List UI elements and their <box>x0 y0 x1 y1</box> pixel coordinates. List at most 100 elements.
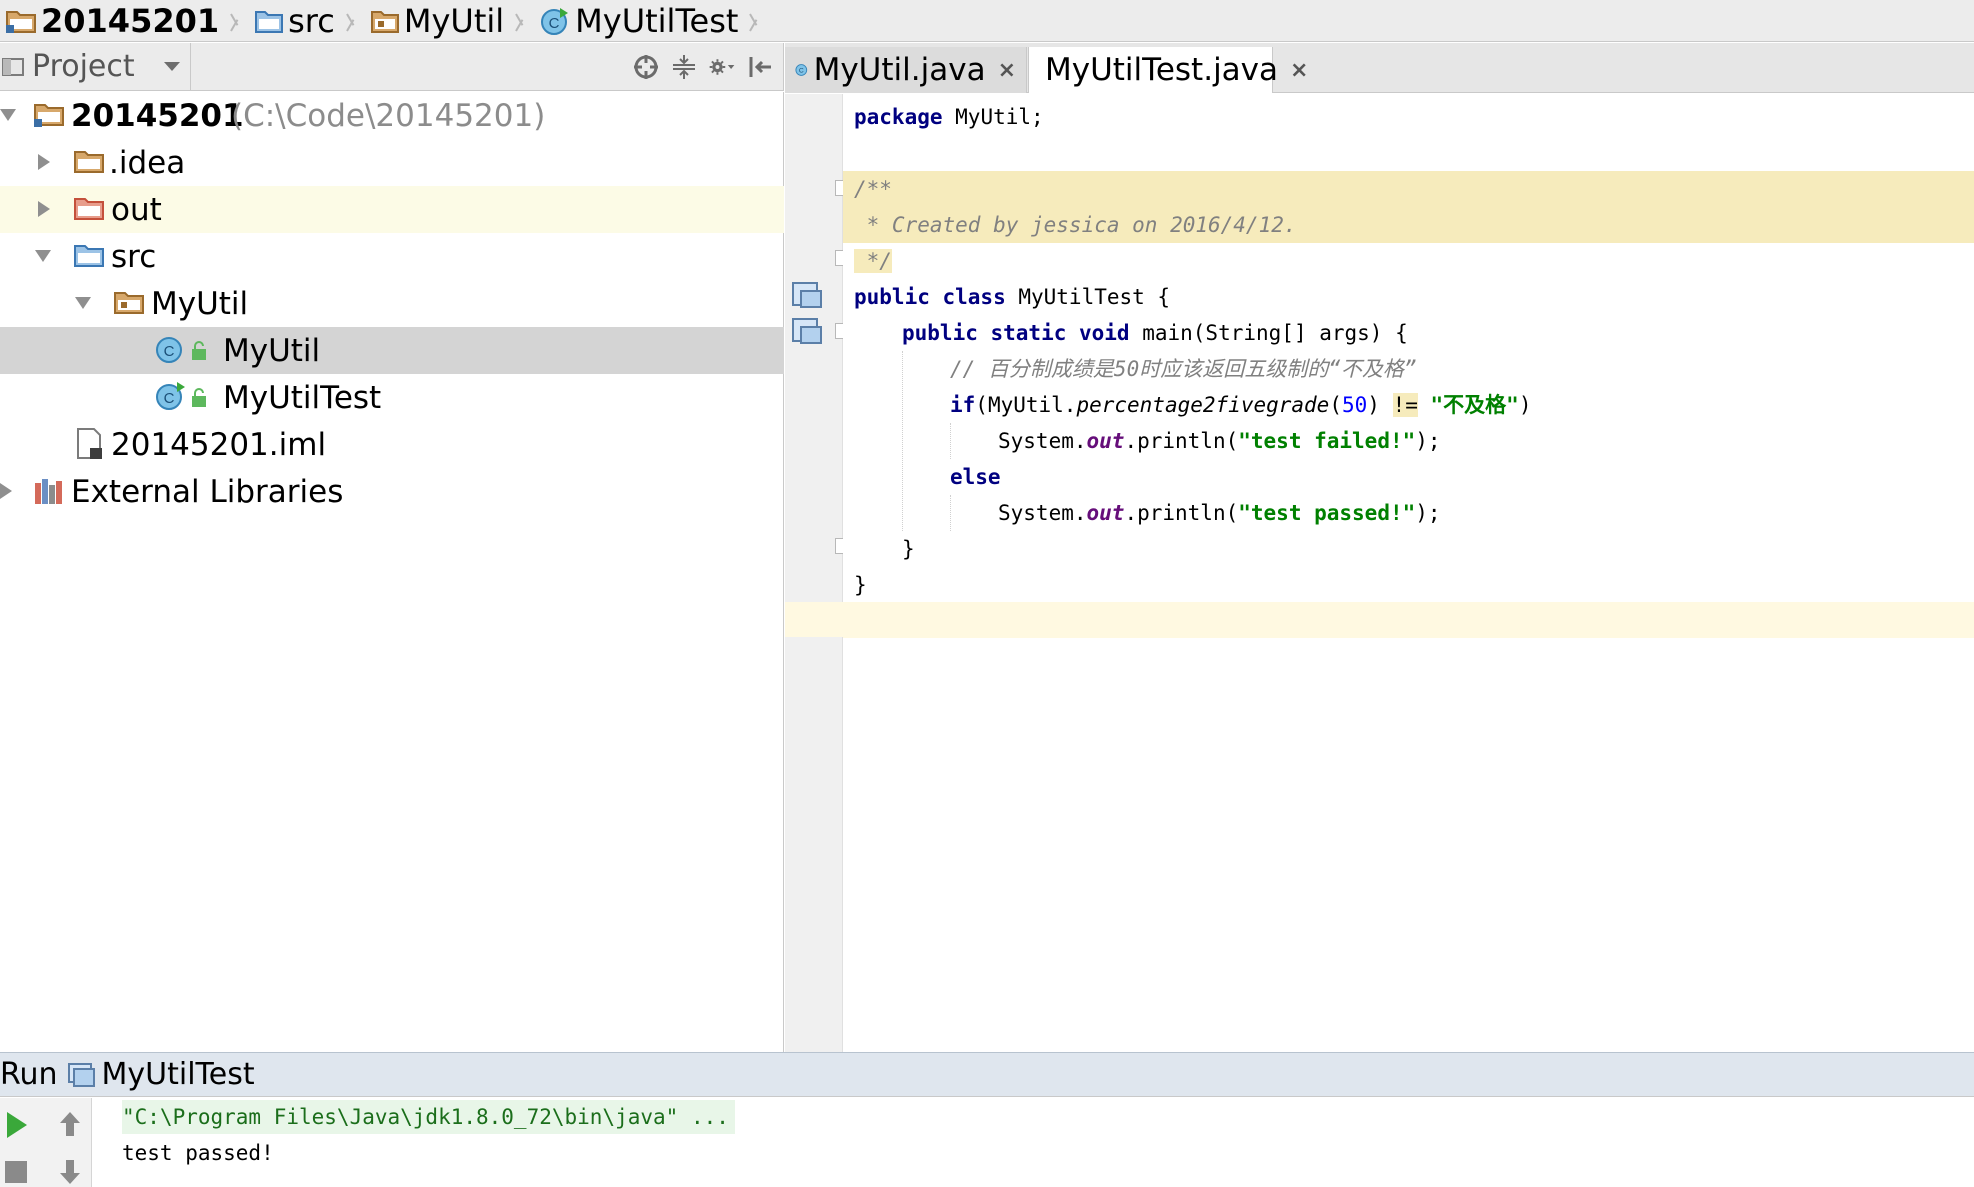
code-token: != <box>1392 393 1418 417</box>
breadcrumb-separator-icon <box>345 0 359 42</box>
hide-panel-icon[interactable] <box>747 53 773 81</box>
tree-item-label: MyUtil <box>223 332 321 369</box>
tree-item-label: .idea <box>109 144 186 181</box>
code-token: percentage2fivegrade <box>1076 393 1330 417</box>
package-folder-icon <box>114 292 144 314</box>
run-class-gutter-icon[interactable] <box>792 282 822 308</box>
editor-gutter[interactable] <box>785 94 843 1052</box>
run-config-icon <box>67 1062 95 1087</box>
breadcrumb-src[interactable]: src <box>255 0 339 42</box>
run-console-output[interactable]: "C:\Program Files\Java\jdk1.8.0_72\bin\j… <box>92 1098 1974 1187</box>
breadcrumb-separator-icon <box>748 0 762 42</box>
project-panel-title: Project <box>32 49 135 84</box>
code-token: 50 <box>1341 393 1368 417</box>
code-line: System.out.println("test passed!"); <box>843 495 1974 531</box>
tree-item-src[interactable]: src <box>0 233 784 280</box>
code-token: // 百分制成绩是50时应该返回五级制的“不及格” <box>950 357 1417 381</box>
breadcrumb-package[interactable]: MyUtil <box>370 0 508 42</box>
tree-item-project-root[interactable]: 20145201 (C:\Code\20145201) <box>0 92 784 139</box>
stop-icon[interactable] <box>4 1160 28 1184</box>
project-panel-header: Project <box>0 42 784 91</box>
caret-line <box>843 602 1974 638</box>
svg-text:C: C <box>164 343 175 360</box>
run-config-tab[interactable]: MyUtilTest <box>67 1057 255 1092</box>
folder-icon <box>74 151 104 173</box>
tree-item-label: MyUtilTest <box>223 379 382 416</box>
tab-myutil-java[interactable]: C MyUtil.java × <box>785 47 1027 93</box>
locate-icon[interactable] <box>633 53 659 81</box>
scroll-down-icon[interactable] <box>58 1158 82 1186</box>
tree-item-package-myutil[interactable]: MyUtil <box>0 280 784 327</box>
tree-item-idea[interactable]: .idea <box>0 139 784 186</box>
expand-arrow-icon[interactable] <box>38 154 50 170</box>
tree-item-label: src <box>111 238 157 275</box>
close-icon[interactable]: × <box>998 58 1016 83</box>
close-icon[interactable]: × <box>1290 58 1308 83</box>
rerun-icon[interactable] <box>4 1110 30 1140</box>
code-token: /** <box>854 177 892 201</box>
code-token: public static void <box>902 321 1130 345</box>
tree-item-class-myutiltest[interactable]: C MyUtilTest <box>0 374 784 421</box>
code-token: out <box>1086 501 1125 525</box>
scroll-up-icon[interactable] <box>58 1110 82 1138</box>
code-token: "不及格" <box>1430 393 1519 417</box>
tree-item-label: External Libraries <box>71 473 344 510</box>
tree-item-out[interactable]: out <box>0 186 784 233</box>
collapse-all-icon[interactable] <box>671 53 697 81</box>
tree-item-class-myutil[interactable]: C MyUtil <box>0 327 784 374</box>
tree-item-iml[interactable]: 20145201.iml <box>0 421 784 468</box>
code-line: System.out.println("test failed!"); <box>843 423 1974 459</box>
code-token: ( <box>1329 393 1342 417</box>
svg-text:C: C <box>799 68 804 75</box>
project-folder-icon <box>6 10 36 33</box>
access-lock-icon <box>192 341 206 360</box>
code-line: */ <box>843 243 1974 279</box>
access-lock-icon <box>192 388 206 407</box>
project-view-selector[interactable]: Project <box>0 42 191 91</box>
expand-arrow-icon[interactable] <box>35 250 51 262</box>
library-icon <box>35 479 62 504</box>
tree-item-label: 20145201.iml <box>111 426 327 463</box>
expand-arrow-icon[interactable] <box>75 297 91 309</box>
editor-tab-bar: C MyUtil.java × C MyUtilTest.java × <box>785 43 1974 93</box>
expand-arrow-icon[interactable] <box>0 483 12 499</box>
tree-item-label: MyUtil <box>151 285 249 322</box>
code-token: MyUtil; <box>942 105 1044 129</box>
breadcrumb-project[interactable]: 20145201 <box>6 0 223 42</box>
code-token: main(String[] args) { <box>1129 321 1408 345</box>
console-line-command: "C:\Program Files\Java\jdk1.8.0_72\bin\j… <box>122 1100 735 1134</box>
code-token: ); <box>1415 429 1441 453</box>
tree-item-label: out <box>111 191 162 228</box>
code-line: if(MyUtil.percentage2fivegrade(50) != "不… <box>843 387 1974 423</box>
code-token: "test failed!" <box>1238 429 1416 453</box>
navigation-bar: 20145201 src MyUtil C MyUtilTest <box>0 0 1974 42</box>
code-token: ); <box>1415 501 1441 525</box>
code-line: public static void main(String[] args) { <box>843 315 1974 351</box>
code-editor[interactable]: package MyUtil; /** * Created by jessica… <box>843 94 1974 1052</box>
run-method-gutter-icon[interactable] <box>792 318 822 344</box>
code-line: public class MyUtilTest { <box>843 279 1974 315</box>
breadcrumb-label: 20145201 <box>41 1 220 40</box>
gear-icon[interactable] <box>709 53 735 81</box>
breadcrumb-separator-icon <box>229 0 243 42</box>
code-token: System. <box>998 501 1087 525</box>
code-line: } <box>843 531 1974 567</box>
gutter-caret-line <box>785 602 843 637</box>
code-token: .println( <box>1124 429 1239 453</box>
expand-arrow-icon[interactable] <box>0 109 16 121</box>
tree-item-external-libraries[interactable]: External Libraries <box>0 468 784 515</box>
excluded-folder-icon <box>74 198 104 220</box>
breadcrumb-label: src <box>288 1 335 40</box>
expand-arrow-icon[interactable] <box>38 201 50 217</box>
code-line: * Created by jessica on 2016/4/12. <box>843 207 1974 243</box>
svg-text:C: C <box>164 390 175 407</box>
class-icon: C <box>795 64 808 76</box>
code-token: MyUtilTest { <box>1005 285 1171 309</box>
code-token: .println( <box>1124 501 1239 525</box>
code-token: * Created by jessica on 2016/4/12. <box>854 213 1297 237</box>
breadcrumb-class[interactable]: C MyUtilTest <box>540 0 742 42</box>
code-line: else <box>843 459 1974 495</box>
class-icon: C <box>541 7 569 35</box>
tab-myutiltest-java[interactable]: C MyUtilTest.java × <box>1028 47 1308 93</box>
